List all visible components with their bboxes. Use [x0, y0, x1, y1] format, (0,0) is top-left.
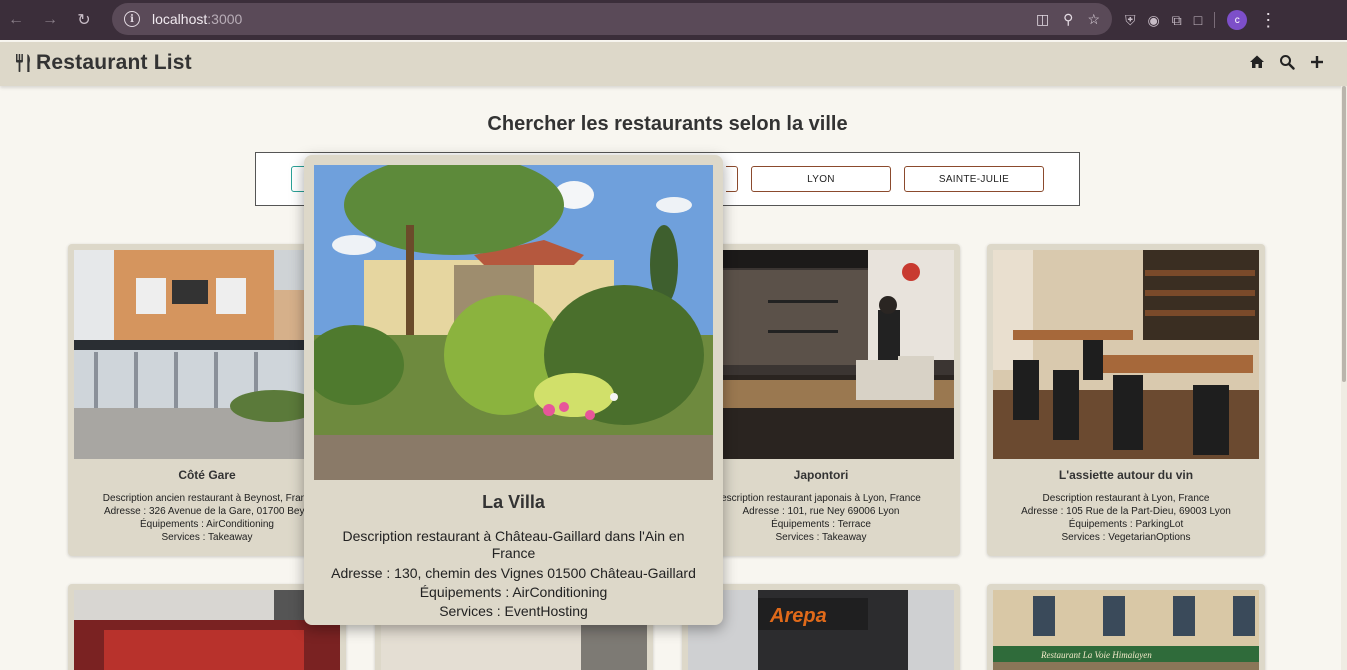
- restaurant-services: Services : VegetarianOptions: [1061, 532, 1191, 543]
- url-port: :3000: [207, 11, 243, 27]
- fork-knife-icon: [16, 54, 30, 72]
- restaurant-card-row2-4[interactable]: Restaurant La Voie Himalayen: [987, 584, 1265, 670]
- restaurant-address: Adresse : 101, rue Ney 69006 Lyon: [742, 506, 900, 517]
- back-icon[interactable]: ←: [2, 6, 30, 34]
- shield-extension-icon[interactable]: ⛨: [1125, 12, 1136, 29]
- restaurant-photo: [993, 250, 1259, 459]
- restaurant-card-row2-3[interactable]: Arepa: [682, 584, 960, 670]
- restaurant-card-japontori[interactable]: Japontori escription restaurant japonais…: [682, 244, 960, 556]
- page-scrollbar[interactable]: [1341, 86, 1347, 670]
- scrollbar-thumb[interactable]: [1342, 86, 1346, 382]
- toolbar-divider: [1214, 12, 1216, 28]
- restaurant-name: Japontori: [793, 468, 849, 482]
- restaurant-photo: [314, 165, 713, 480]
- browser-menu-icon[interactable]: ⋮: [1259, 10, 1277, 31]
- restaurant-card-assiette[interactable]: L'assiette autour du vin Description res…: [987, 244, 1265, 556]
- restaurant-address: Adresse : 130, chemin des Vignes 01500 C…: [331, 565, 696, 581]
- url-text[interactable]: localhost:3000: [152, 11, 242, 27]
- restaurant-services: Services : EventHosting: [439, 603, 588, 619]
- app-header: Restaurant List: [0, 42, 1347, 86]
- restaurant-address: Adresse : 105 Rue de la Part-Dieu, 69003…: [1021, 506, 1231, 517]
- restaurant-services: Services : Takeaway: [775, 532, 867, 543]
- camera-extension-icon[interactable]: ◉: [1148, 12, 1160, 29]
- browser-toolbar: ← → ↻ i localhost:3000 ◫ ⚲ ☆ ⛨ ◉ ⧉ □ c ⋮: [0, 0, 1347, 40]
- reload-icon[interactable]: ↻: [70, 6, 98, 34]
- restaurant-details: Description restaurant à Lyon, France Ad…: [987, 492, 1265, 544]
- restaurant-name: La Villa: [482, 492, 545, 512]
- restaurant-equipment: Équipements : ParkingLot: [1068, 519, 1184, 530]
- restaurant-photo: [74, 590, 340, 670]
- arepa-sign-text: Arepa: [769, 605, 827, 627]
- city-button-hidden[interactable]: [726, 166, 738, 192]
- restaurant-photo: [688, 250, 954, 459]
- extensions-puzzle-icon[interactable]: □: [1194, 12, 1202, 28]
- restaurant-photo: Arepa: [688, 590, 954, 670]
- restaurant-details: escription restaurant japonais à Lyon, F…: [682, 492, 960, 544]
- copy-extension-icon[interactable]: ⧉: [1172, 12, 1182, 29]
- home-icon[interactable]: [1249, 54, 1265, 70]
- search-heading: Chercher les restaurants selon la ville: [487, 113, 848, 135]
- restaurant-name: L'assiette autour du vin: [1058, 468, 1194, 482]
- install-app-icon[interactable]: ◫: [1036, 11, 1049, 28]
- forward-icon[interactable]: →: [36, 6, 64, 34]
- add-icon[interactable]: [1309, 54, 1325, 70]
- profile-avatar[interactable]: c: [1227, 10, 1248, 30]
- brand[interactable]: Restaurant List: [14, 51, 192, 75]
- site-info-icon[interactable]: i: [124, 11, 140, 27]
- restaurant-photo: [74, 250, 340, 459]
- address-bar[interactable]: i localhost:3000 ◫ ⚲ ☆: [112, 3, 1112, 35]
- himalaya-sign-text: Restaurant La Voie Himalayen: [1040, 650, 1152, 660]
- bookmark-star-icon[interactable]: ☆: [1087, 11, 1100, 28]
- restaurant-equipment: Équipements : AirConditioning: [419, 584, 608, 600]
- restaurant-description: Description restaurant à Château-Gaillar…: [342, 528, 685, 561]
- city-button-lyon[interactable]: LYON: [751, 166, 891, 192]
- restaurant-description: escription restaurant japonais à Lyon, F…: [721, 493, 921, 504]
- city-button-sainte-julie[interactable]: SAINTE-JULIE: [904, 166, 1044, 192]
- restaurant-photo: Restaurant La Voie Himalayen: [993, 590, 1259, 670]
- restaurant-card-la-villa-expanded[interactable]: La Villa Description restaurant à Châtea…: [304, 155, 723, 625]
- restaurant-description: Description restaurant à Lyon, France: [1042, 493, 1210, 504]
- app-title: Restaurant List: [36, 51, 192, 74]
- restaurant-equipment: Équipements : Terrace: [771, 519, 871, 530]
- search-icon[interactable]: [1279, 54, 1295, 70]
- url-host: localhost: [152, 11, 208, 27]
- zoom-icon[interactable]: ⚲: [1063, 11, 1073, 28]
